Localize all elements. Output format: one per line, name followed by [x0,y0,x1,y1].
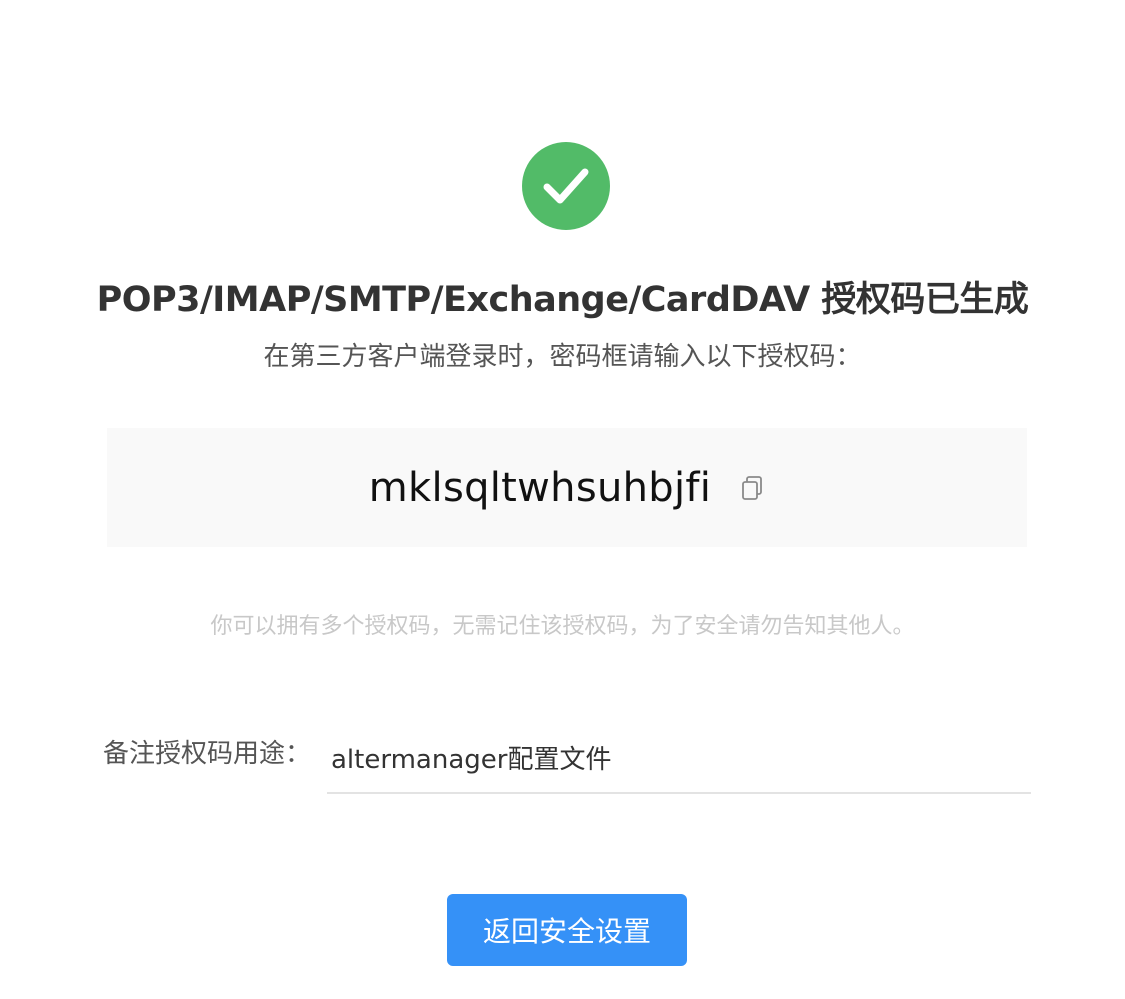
auth-code-panel: mklsqltwhsuhbjfi [107,428,1027,547]
copy-icon[interactable] [739,474,765,502]
page-subtitle: 在第三方客户端登录时，密码框请输入以下授权码： [263,342,862,372]
remark-label: 备注授权码用途： [103,739,312,769]
back-to-security-settings-button[interactable]: 返回安全设置 [447,894,687,966]
auth-code-value[interactable]: mklsqltwhsuhbjfi [369,465,711,511]
auth-code-result-page: POP3/IMAP/SMTP/Exchange/CardDAV 授权码已生成 在… [0,0,1125,999]
checkmark-icon [543,168,589,204]
security-hint: 你可以拥有多个授权码，无需记住该授权码，为了安全请勿告知其他人。 [210,614,915,639]
page-title: POP3/IMAP/SMTP/Exchange/CardDAV 授权码已生成 [96,280,1029,320]
remark-input[interactable] [327,722,1031,794]
check-circle-icon [522,142,610,230]
